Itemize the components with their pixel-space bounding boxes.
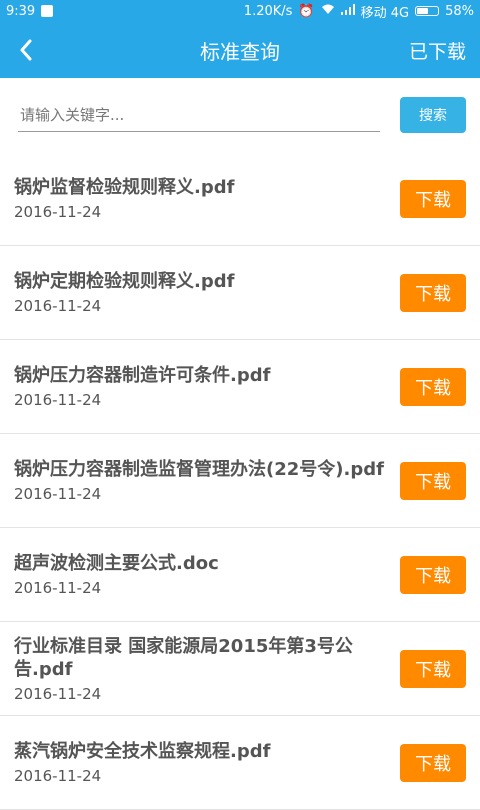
status-bar: 9:39 1.20K/s ⏰ 移动 4G 58%: [0, 0, 480, 22]
signal-icon: [340, 3, 355, 19]
chevron-left-icon: [20, 39, 32, 61]
search-button[interactable]: 搜索: [400, 97, 466, 133]
document-name: 锅炉定期检验规则释义.pdf: [14, 271, 235, 292]
document-info: 锅炉压力容器制造许可条件.pdf 2016-11-24: [14, 364, 400, 409]
document-date: 2016-11-24: [14, 579, 102, 597]
battery-percent: 58%: [445, 3, 474, 19]
document-info: 超声波检测主要公式.doc 2016-11-24: [14, 552, 400, 597]
document-name: 锅炉监督检验规则释义.pdf: [14, 177, 235, 198]
document-info: 行业标准目录 国家能源局2015年第3号公告.pdf 2016-11-24: [14, 635, 400, 703]
download-button[interactable]: 下载: [400, 743, 466, 782]
document-date: 2016-11-24: [14, 297, 102, 315]
download-button[interactable]: 下载: [400, 555, 466, 594]
document-date: 2016-11-24: [14, 203, 102, 221]
network-speed: 1.20K/s: [243, 3, 293, 19]
download-button[interactable]: 下载: [400, 649, 466, 688]
document-info: 锅炉监督检验规则释义.pdf 2016-11-24: [14, 176, 400, 221]
carrier-label: 移动 4G: [360, 5, 410, 21]
list-item[interactable]: 行业标准目录 国家能源局2015年第3号公告.pdf 2016-11-24 下载: [0, 622, 480, 716]
document-info: 蒸汽锅炉安全技术监察规程.pdf 2016-11-24: [14, 740, 400, 785]
document-info: 锅炉定期检验规则释义.pdf 2016-11-24: [14, 270, 400, 315]
list-item[interactable]: 锅炉定期检验规则释义.pdf 2016-11-24 下载: [0, 246, 480, 340]
document-date: 2016-11-24: [14, 684, 102, 703]
document-date: 2016-11-24: [14, 391, 102, 409]
list-item[interactable]: 锅炉压力容器制造许可条件.pdf 2016-11-24 下载: [0, 340, 480, 434]
security-shield-icon: [41, 5, 54, 17]
document-name: 蒸汽锅炉安全技术监察规程.pdf: [14, 741, 271, 762]
document-list: 锅炉监督检验规则释义.pdf 2016-11-24 下载 锅炉定期检验规则释义.pdf…: [0, 152, 480, 810]
download-button[interactable]: 下载: [400, 179, 466, 218]
battery-icon: [415, 6, 440, 16]
search-bar: 搜索: [0, 78, 480, 152]
wifi-icon: [321, 3, 335, 19]
alarm-icon: ⏰: [298, 3, 315, 19]
status-time: 9:39: [6, 3, 36, 19]
search-input[interactable]: [18, 98, 380, 132]
document-date: 2016-11-24: [14, 485, 102, 503]
back-button[interactable]: [0, 22, 52, 78]
list-item[interactable]: 锅炉压力容器制造监督管理办法(22号令).pdf 2016-11-24 下载: [0, 434, 480, 528]
download-button[interactable]: 下载: [400, 367, 466, 406]
list-item[interactable]: 锅炉监督检验规则释义.pdf 2016-11-24 下载: [0, 152, 480, 246]
download-button[interactable]: 下载: [400, 273, 466, 312]
document-name: 锅炉压力容器制造许可条件.pdf: [14, 365, 271, 386]
document-date: 2016-11-24: [14, 767, 102, 785]
document-name: 锅炉压力容器制造监督管理办法(22号令).pdf: [14, 459, 384, 480]
app-bar: 标准查询 已下载: [0, 22, 480, 78]
document-info: 锅炉压力容器制造监督管理办法(22号令).pdf 2016-11-24: [14, 458, 400, 503]
list-item[interactable]: 超声波检测主要公式.doc 2016-11-24 下载: [0, 528, 480, 622]
document-name: 行业标准目录 国家能源局2015年第3号公告.pdf: [14, 635, 353, 680]
document-name: 超声波检测主要公式.doc: [14, 553, 219, 574]
list-item[interactable]: 蒸汽锅炉安全技术监察规程.pdf 2016-11-24 下载: [0, 716, 480, 810]
downloaded-button[interactable]: 已下载: [409, 37, 466, 64]
download-button[interactable]: 下载: [400, 461, 466, 500]
